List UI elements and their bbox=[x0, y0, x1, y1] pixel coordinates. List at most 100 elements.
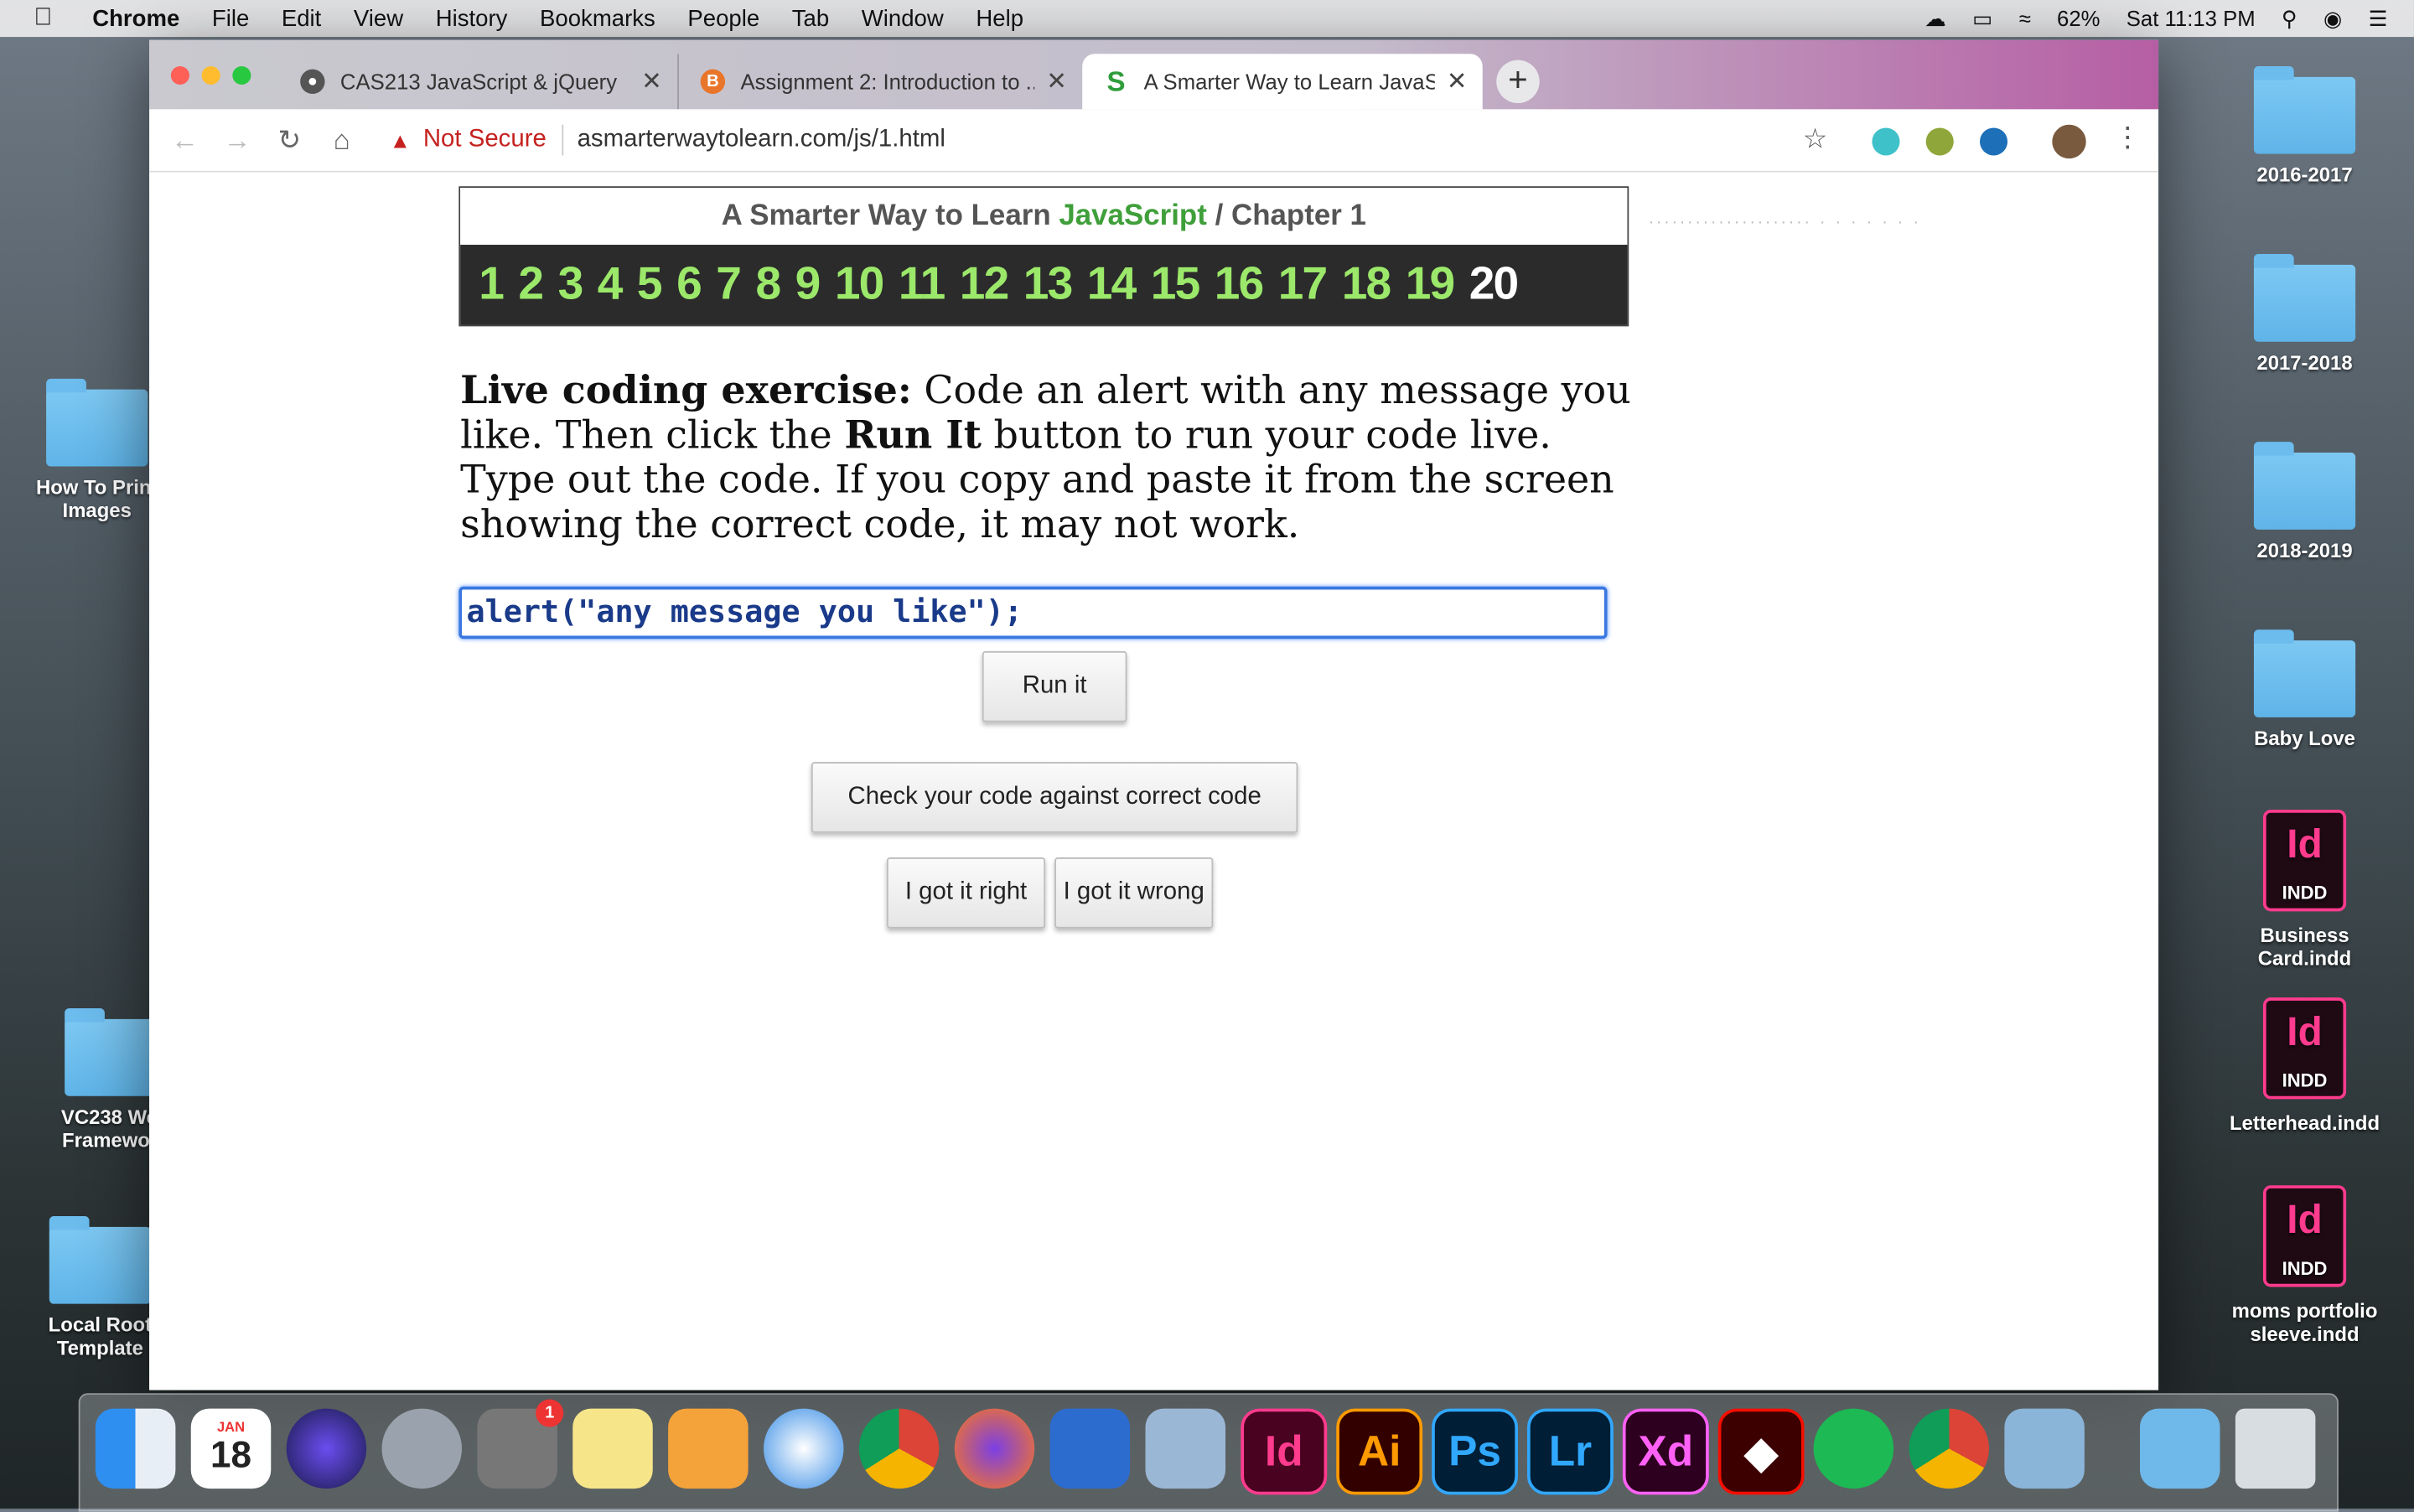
extension-m-icon[interactable] bbox=[1872, 127, 1900, 156]
extension-plant-icon[interactable] bbox=[1925, 127, 1954, 156]
forward-icon[interactable]: → bbox=[211, 124, 263, 157]
close-tab-icon[interactable]: ✕ bbox=[1046, 66, 1067, 97]
clock[interactable]: Sat 11:13 PM bbox=[2126, 6, 2256, 30]
address-bar[interactable]: ▲ Not Secure asmarterwaytolearn.com/js/1… bbox=[390, 116, 1852, 165]
code-input[interactable]: alert("any message you like"); bbox=[458, 586, 1608, 639]
chapter-link[interactable]: 11 bbox=[899, 259, 945, 311]
spotify-icon[interactable] bbox=[1813, 1408, 1894, 1489]
more-menu-icon[interactable]: ⋮ bbox=[2114, 122, 2142, 154]
menu-view[interactable]: View bbox=[354, 5, 403, 31]
desktop-folder-2017-2018[interactable]: 2017-2018 bbox=[2220, 254, 2390, 374]
menu-bookmarks[interactable]: Bookmarks bbox=[540, 5, 655, 31]
chapter-link[interactable]: 15 bbox=[1151, 259, 1200, 311]
wifi-icon[interactable]: ≈ bbox=[2019, 6, 2031, 30]
chapter-link[interactable]: 4 bbox=[598, 259, 624, 311]
chapter-link[interactable]: 14 bbox=[1087, 259, 1137, 311]
chapter-link[interactable]: 12 bbox=[960, 259, 1009, 311]
battery-percent[interactable]: 62% bbox=[2057, 6, 2100, 30]
desktop-file-moms-portfolio[interactable]: Id INDD moms portfolio sleeve.indd bbox=[2220, 1185, 2390, 1345]
new-tab-button[interactable]: + bbox=[1496, 60, 1540, 104]
chapter-link[interactable]: 20 bbox=[1469, 259, 1519, 311]
notification-center-icon[interactable]: ☰ bbox=[2369, 5, 2388, 31]
book-title[interactable]: A Smarter Way to Learn bbox=[722, 200, 1059, 233]
menu-chrome[interactable]: Chrome bbox=[92, 5, 179, 31]
chapter-link[interactable]: 10 bbox=[835, 259, 884, 311]
minimize-window-button[interactable] bbox=[201, 65, 220, 85]
menu-people[interactable]: People bbox=[687, 5, 759, 31]
url-text[interactable]: asmarterwaytolearn.com/js/1.html bbox=[578, 127, 945, 154]
menu-help[interactable]: Help bbox=[976, 5, 1023, 31]
launchpad-icon[interactable] bbox=[381, 1408, 463, 1489]
chapter-link[interactable]: 13 bbox=[1023, 259, 1073, 311]
downloads-folder-icon[interactable] bbox=[2140, 1408, 2220, 1489]
menu-file[interactable]: File bbox=[212, 5, 249, 31]
desktop-folder-2016-2017[interactable]: 2016-2017 bbox=[2220, 65, 2390, 186]
decorative-dots: ..................... . . . . . . . bbox=[1649, 209, 1922, 228]
chapter-link[interactable]: 17 bbox=[1278, 259, 1328, 311]
xd-icon[interactable]: Xd bbox=[1622, 1408, 1709, 1495]
brackets-icon[interactable] bbox=[1049, 1408, 1131, 1489]
desktop-file-letterhead[interactable]: Id INDD Letterhead.indd bbox=[2220, 997, 2390, 1135]
tab-smarter-way[interactable]: S A Smarter Way to Learn JavaSc ✕ bbox=[1082, 54, 1483, 110]
illustrator-icon[interactable]: Ai bbox=[1336, 1408, 1423, 1495]
airplay-icon[interactable]: ▭ bbox=[1972, 5, 1992, 31]
menu-window[interactable]: Window bbox=[862, 5, 944, 31]
desktop-folder-2018-2019[interactable]: 2018-2019 bbox=[2220, 442, 2390, 562]
tab-assignment-2[interactable]: B Assignment 2: Introduction to ... ✕ bbox=[679, 54, 1082, 109]
lightroom-icon[interactable]: Lr bbox=[1527, 1408, 1614, 1495]
chapter-link[interactable]: 16 bbox=[1215, 259, 1264, 311]
indesign-icon[interactable]: Id bbox=[1241, 1408, 1328, 1495]
transmit-icon[interactable] bbox=[1145, 1408, 1226, 1489]
chapter-link[interactable]: 19 bbox=[1406, 259, 1455, 311]
close-tab-icon[interactable]: ✕ bbox=[1447, 66, 1468, 97]
not-secure-label[interactable]: Not Secure bbox=[423, 127, 547, 154]
photoshop-icon[interactable]: Ps bbox=[1432, 1408, 1518, 1495]
chapter-link[interactable]: 1 bbox=[479, 259, 505, 311]
preview-icon[interactable] bbox=[2004, 1408, 2085, 1489]
bookmark-star-icon[interactable]: ☆ bbox=[1803, 123, 1828, 156]
apple-icon[interactable]:  bbox=[34, 5, 65, 33]
siri-app-icon[interactable] bbox=[286, 1408, 367, 1489]
firefox-icon[interactable] bbox=[954, 1408, 1035, 1489]
safari-icon[interactable] bbox=[764, 1408, 844, 1489]
system-preferences-icon[interactable]: 1 bbox=[477, 1399, 564, 1489]
book-title-js[interactable]: JavaScript bbox=[1059, 200, 1207, 233]
tab-cas213[interactable]: ● CAS213 JavaScript & jQuery ✕ bbox=[278, 54, 679, 110]
calendar-icon[interactable]: JAN 18 bbox=[190, 1408, 272, 1489]
creative-cloud-icon[interactable]: ☁ bbox=[1924, 5, 1946, 31]
chapter-link[interactable]: 7 bbox=[716, 259, 742, 311]
chapter-link[interactable]: 18 bbox=[1342, 259, 1391, 311]
chapter-link[interactable]: 6 bbox=[676, 259, 702, 311]
chapter-link[interactable]: 5 bbox=[637, 259, 663, 311]
zoom-window-button[interactable] bbox=[232, 65, 251, 85]
back-icon[interactable]: ← bbox=[158, 124, 210, 157]
chapter-link[interactable]: 8 bbox=[755, 259, 781, 311]
chrome-icon[interactable] bbox=[858, 1408, 940, 1489]
finder-icon[interactable] bbox=[95, 1408, 176, 1489]
got-it-wrong-button[interactable]: I got it wrong bbox=[1054, 857, 1214, 929]
siri-icon[interactable]: ◉ bbox=[2323, 5, 2342, 31]
close-tab-icon[interactable]: ✕ bbox=[641, 66, 662, 97]
menu-history[interactable]: History bbox=[436, 5, 508, 31]
close-window-button[interactable] bbox=[170, 65, 189, 85]
chapter-link[interactable]: 2 bbox=[518, 259, 544, 311]
acrobat-icon[interactable]: ◆ bbox=[1717, 1408, 1805, 1495]
notes-icon[interactable] bbox=[572, 1408, 653, 1489]
chapter-link[interactable]: 3 bbox=[558, 259, 584, 311]
chapter-link[interactable]: 9 bbox=[795, 259, 821, 311]
menu-edit[interactable]: Edit bbox=[282, 5, 321, 31]
check-code-button[interactable]: Check your code against correct code bbox=[811, 762, 1298, 833]
chrome-icon[interactable] bbox=[1909, 1408, 1990, 1489]
profile-avatar[interactable] bbox=[2052, 124, 2086, 159]
run-it-button[interactable]: Run it bbox=[982, 650, 1127, 722]
extension-eye-icon[interactable] bbox=[1979, 127, 2008, 156]
desktop-folder-baby-love[interactable]: Baby Love bbox=[2220, 629, 2390, 749]
search-icon[interactable]: ⚲ bbox=[2282, 5, 2297, 31]
got-it-right-button[interactable]: I got it right bbox=[886, 857, 1046, 929]
trash-icon[interactable] bbox=[2235, 1408, 2316, 1489]
desktop-file-business-card[interactable]: Id INDD Business Card.indd bbox=[2220, 810, 2390, 970]
pages-icon[interactable] bbox=[668, 1408, 749, 1489]
menu-tab[interactable]: Tab bbox=[792, 5, 829, 31]
home-icon[interactable]: ⌂ bbox=[316, 124, 368, 157]
reload-icon[interactable]: ↻ bbox=[263, 124, 315, 157]
